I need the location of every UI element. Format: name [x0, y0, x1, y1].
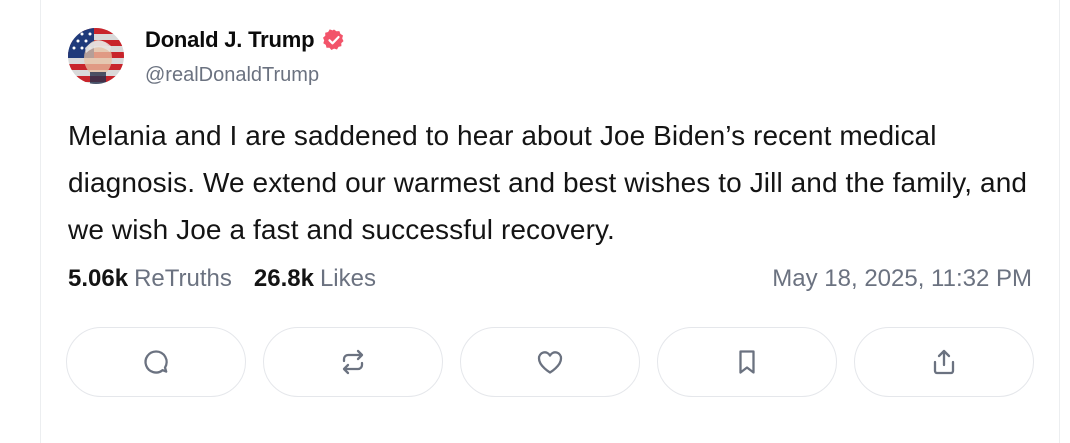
share-icon — [933, 349, 955, 375]
retruths-count[interactable]: 5.06k — [68, 265, 128, 293]
retruth-icon — [342, 349, 364, 375]
bookmark-button[interactable] — [657, 327, 837, 397]
share-button[interactable] — [854, 327, 1034, 397]
reply-icon — [144, 350, 168, 374]
post-actions — [66, 327, 1034, 397]
post-timestamp[interactable]: May 18, 2025, 11:32 PM — [772, 265, 1032, 293]
like-heart-icon — [537, 351, 563, 374]
retruth-button[interactable] — [263, 327, 443, 397]
author-handle[interactable]: @realDonaldTrump — [145, 64, 319, 87]
verified-badge-icon — [322, 28, 346, 52]
like-button[interactable] — [460, 327, 640, 397]
author-name-row: Donald J. Trump — [145, 27, 346, 53]
avatar-american-flag-portrait-icon — [68, 28, 124, 84]
likes-label[interactable]: Likes — [320, 265, 376, 293]
post-stats: 5.06k ReTruths 26.8k Likes — [68, 265, 376, 293]
post-text: Melania and I are saddened to hear about… — [68, 120, 1028, 245]
likes-count[interactable]: 26.8k — [254, 265, 314, 293]
reply-button[interactable] — [66, 327, 246, 397]
bookmark-icon — [739, 350, 755, 374]
author-avatar[interactable] — [68, 28, 124, 84]
author-name[interactable]: Donald J. Trump — [145, 27, 315, 53]
retruths-label[interactable]: ReTruths — [134, 265, 232, 293]
